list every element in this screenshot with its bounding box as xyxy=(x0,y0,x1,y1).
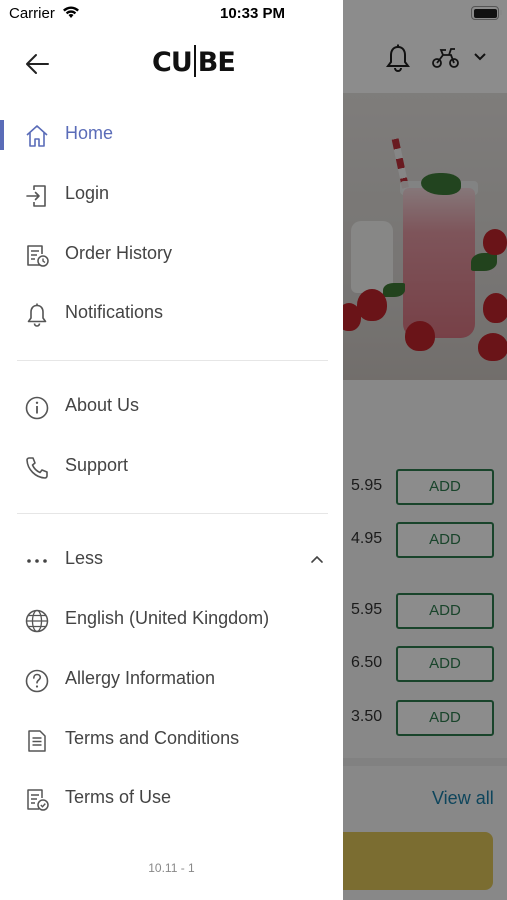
menu-divider xyxy=(17,513,328,514)
question-icon xyxy=(25,669,49,693)
clock: 10:33 PM xyxy=(220,5,286,22)
menu-item-notifications[interactable]: Notifications xyxy=(0,292,343,336)
menu-item-label: About Us xyxy=(65,395,140,415)
status-bar: Carrier 10:33 PM xyxy=(0,0,507,28)
menu-item-label: Notifications xyxy=(65,302,164,322)
globe-icon xyxy=(25,609,49,633)
menu-item-home[interactable]: Home xyxy=(0,113,343,157)
back-arrow-icon[interactable] xyxy=(22,50,54,78)
drawer-scrim[interactable] xyxy=(343,0,507,900)
menu-item-support[interactable]: Support xyxy=(0,445,343,489)
document-check-icon xyxy=(27,789,49,811)
login-icon xyxy=(26,185,46,207)
more-dots-icon xyxy=(27,559,47,563)
wifi-icon xyxy=(63,6,79,18)
menu-item-label: Home xyxy=(65,123,114,143)
app-version: 10.11 - 1 xyxy=(148,861,195,875)
menu-item-label: Login xyxy=(65,183,110,203)
battery-icon xyxy=(471,6,502,20)
chevron-up-icon xyxy=(311,555,323,563)
less-toggle[interactable]: Less xyxy=(0,538,343,582)
order-history-icon xyxy=(27,245,49,267)
info-icon xyxy=(25,396,49,420)
home-icon xyxy=(26,125,48,147)
menu-item-login[interactable]: Login xyxy=(0,173,343,217)
menu-item-label: English (United Kingdom) xyxy=(65,608,270,628)
bell-icon xyxy=(27,303,47,327)
document-icon xyxy=(28,730,46,752)
menu-item-terms-of-use[interactable]: Terms of Use xyxy=(0,777,343,821)
menu-item-label: Support xyxy=(65,455,129,475)
less-toggle-label: Less xyxy=(65,548,104,568)
phone-icon xyxy=(26,457,48,479)
menu-item-order-history[interactable]: Order History xyxy=(0,233,343,277)
cube-logo: CU BE xyxy=(152,45,236,78)
menu-item-label: Allergy Information xyxy=(65,668,216,688)
menu-item-allergy-information[interactable]: Allergy Information xyxy=(0,658,343,702)
menu-item-label: Terms and Conditions xyxy=(65,728,240,748)
menu-item-language[interactable]: English (United Kingdom) xyxy=(0,598,343,642)
menu-item-label: Terms of Use xyxy=(65,787,172,807)
carrier-label: Carrier xyxy=(9,5,55,22)
menu-item-about-us[interactable]: About Us xyxy=(0,385,343,429)
menu-item-terms-and-conditions[interactable]: Terms and Conditions xyxy=(0,718,343,762)
navigation-drawer: CU BE Home Login Order History Notificat… xyxy=(0,0,343,900)
menu-divider xyxy=(17,360,328,361)
menu-item-label: Order History xyxy=(65,243,173,263)
